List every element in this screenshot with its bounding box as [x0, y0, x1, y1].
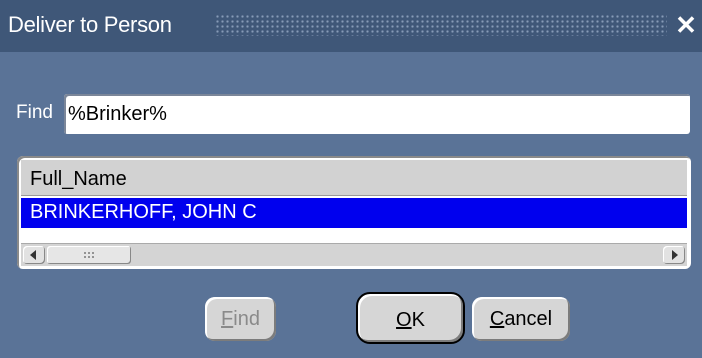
window-title: Deliver to Person [8, 12, 172, 37]
list-item[interactable]: BRINKERHOFF, JOHN C [21, 198, 687, 228]
scroll-right-icon[interactable] [663, 246, 685, 264]
ok-button[interactable]: OK [356, 292, 465, 344]
grip-icon [83, 251, 95, 259]
find-button-mnemonic: F [221, 308, 234, 330]
column-header-full-name[interactable]: Full_Name [21, 160, 687, 196]
title-bar[interactable]: Deliver to Person ✕ [0, 0, 702, 52]
title-bar-grip [215, 14, 667, 36]
ok-button-mnemonic: O [396, 309, 412, 331]
scroll-thumb[interactable] [47, 246, 131, 264]
scroll-left-icon[interactable] [23, 246, 45, 264]
find-input[interactable] [64, 94, 690, 134]
ok-button-label: K [411, 309, 425, 331]
find-label: Find [16, 102, 53, 123]
find-button-label: ind [233, 308, 260, 330]
horizontal-scrollbar[interactable] [21, 243, 687, 266]
results-list: Full_Name BRINKERHOFF, JOHN C [17, 156, 691, 269]
find-button[interactable]: Find [205, 297, 276, 341]
cancel-button-mnemonic: C [489, 308, 505, 330]
cancel-button[interactable]: Cancel [472, 297, 570, 341]
cancel-button-label: ancel [504, 308, 553, 330]
close-icon[interactable]: ✕ [672, 10, 700, 40]
deliver-to-person-dialog: Deliver to Person ✕ Find Full_Name BRINK… [0, 0, 702, 358]
